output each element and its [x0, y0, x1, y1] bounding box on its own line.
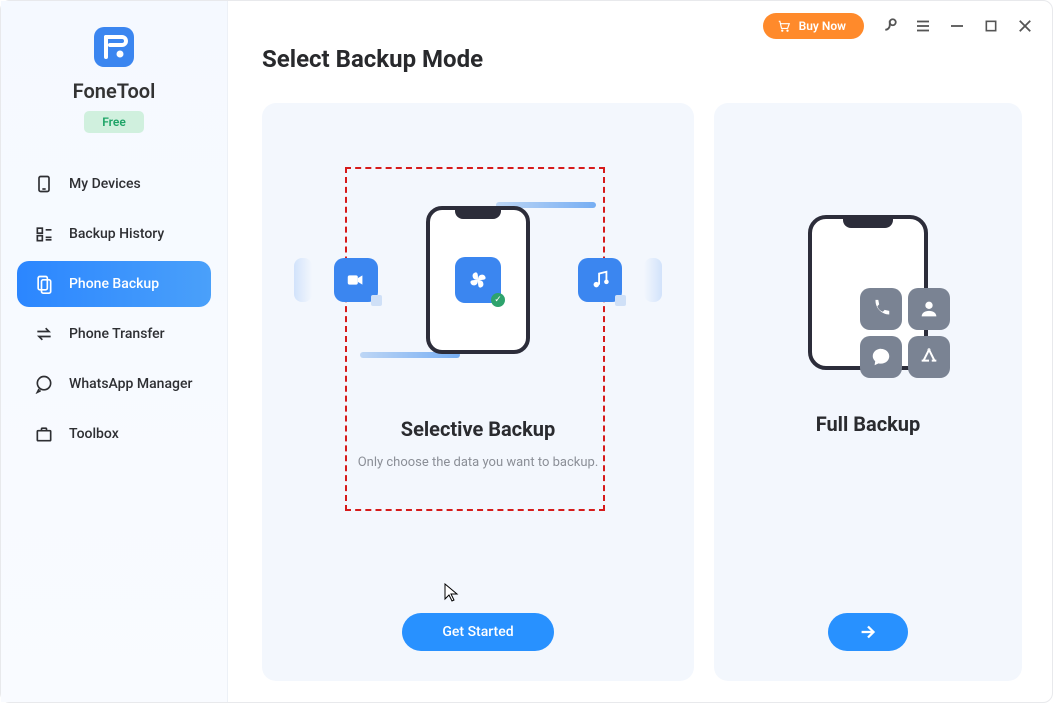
backup-icon	[33, 273, 55, 295]
menu-icon[interactable]	[914, 17, 932, 35]
arrow-right-icon	[857, 621, 879, 643]
sidebar-item-label: Phone Transfer	[69, 326, 165, 342]
sidebar-item-label: WhatsApp Manager	[69, 376, 192, 392]
sidebar-item-label: Toolbox	[69, 426, 119, 442]
sidebar-item-phone-transfer[interactable]: Phone Transfer	[17, 311, 211, 357]
whatsapp-icon	[33, 373, 55, 395]
close-icon[interactable]	[1016, 17, 1034, 35]
sidebar-item-backup-history[interactable]: Backup History	[17, 211, 211, 257]
fan-app-icon: ✓	[455, 257, 501, 303]
minimize-icon[interactable]	[948, 17, 966, 35]
appstore-tile-icon	[908, 336, 950, 378]
maximize-icon[interactable]	[982, 17, 1000, 35]
phone-icon	[33, 173, 55, 195]
toolbox-icon	[33, 423, 55, 445]
full-backup-button[interactable]	[828, 613, 908, 651]
account-icon[interactable]	[880, 17, 898, 35]
get-started-button[interactable]: Get Started	[402, 613, 553, 651]
buy-now-button[interactable]: Buy Now	[763, 13, 864, 39]
sidebar-item-label: My Devices	[69, 176, 141, 192]
message-app-tile-icon	[860, 336, 902, 378]
phone-app-tile-icon	[860, 288, 902, 330]
sidebar-nav: My Devices Backup History Phone Backup P…	[17, 161, 211, 457]
full-backup-illustration	[808, 215, 928, 370]
full-backup-title: Full Backup	[816, 412, 921, 436]
app-name: FoneTool	[73, 79, 156, 103]
contact-app-tile-icon	[908, 288, 950, 330]
sidebar-item-phone-backup[interactable]: Phone Backup	[17, 261, 211, 307]
selective-backup-illustration: ✓	[262, 185, 694, 375]
buy-now-label: Buy Now	[799, 19, 846, 33]
page-title: Select Backup Mode	[262, 45, 1022, 73]
get-started-label: Get Started	[442, 624, 513, 640]
sidebar-item-label: Backup History	[69, 226, 164, 242]
transfer-icon	[33, 323, 55, 345]
logo-area: FoneTool Free	[73, 25, 156, 133]
sidebar-item-label: Phone Backup	[69, 276, 159, 292]
video-app-icon	[334, 258, 378, 302]
music-app-icon	[578, 258, 622, 302]
sidebar: FoneTool Free My Devices Backup History …	[1, 1, 228, 702]
app-logo-icon	[92, 25, 136, 69]
sidebar-item-whatsapp-manager[interactable]: WhatsApp Manager	[17, 361, 211, 407]
full-backup-card[interactable]: Full Backup	[714, 103, 1022, 681]
phone-illustration: ✓	[426, 206, 530, 354]
history-icon	[33, 223, 55, 245]
sidebar-item-my-devices[interactable]: My Devices	[17, 161, 211, 207]
sidebar-item-toolbox[interactable]: Toolbox	[17, 411, 211, 457]
free-badge: Free	[84, 111, 144, 133]
